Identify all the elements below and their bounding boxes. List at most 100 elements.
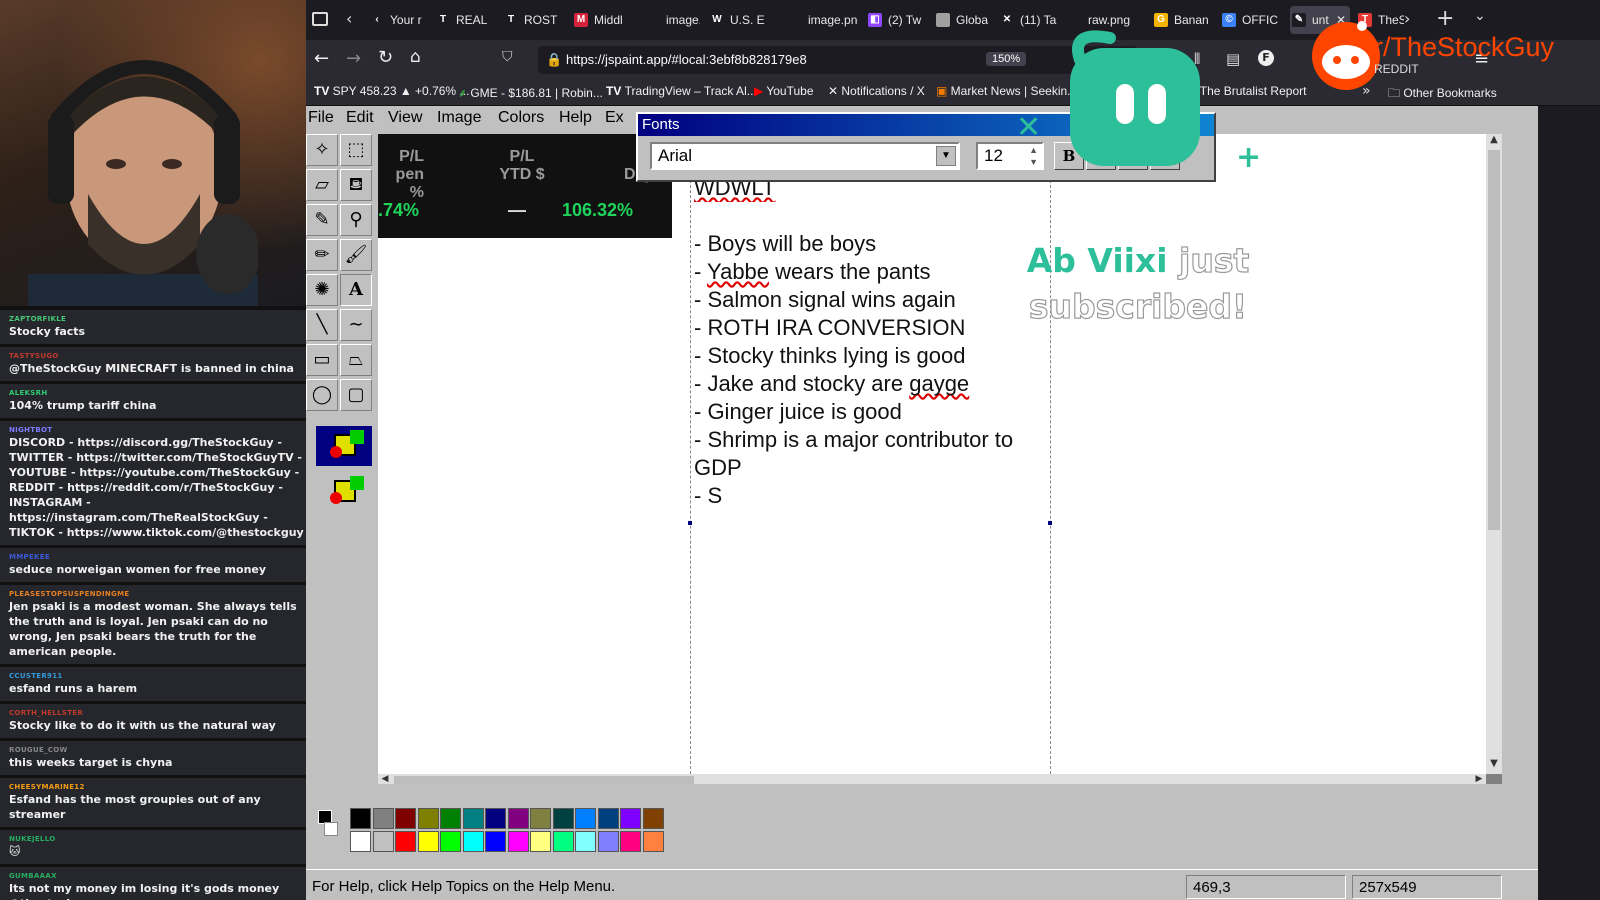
spinner-icon[interactable]: ▲ ▼	[1029, 144, 1038, 168]
zoom-badge[interactable]: 150%	[986, 52, 1027, 66]
home-icon[interactable]: ⌂	[410, 47, 421, 67]
browser-tab[interactable]: ‹ Your r	[368, 6, 426, 34]
palette-swatch[interactable]	[507, 808, 529, 829]
notes-text-box[interactable]: WDWLT - Boys will be boys - Yabbe wears t…	[694, 175, 1013, 510]
tab-list-icon[interactable]	[312, 12, 328, 26]
palette-swatch[interactable]	[462, 831, 484, 852]
palette-swatch[interactable]	[350, 808, 371, 829]
palette-swatch[interactable]	[462, 808, 484, 829]
chat-username[interactable]: TASTYSUGO	[9, 352, 306, 361]
scroll-left-icon[interactable]: ◀	[378, 774, 392, 784]
text-box-handle-left[interactable]	[688, 521, 692, 525]
chat-username[interactable]: CORTH_HELLSTER	[9, 709, 306, 718]
palette-swatch[interactable]	[530, 808, 551, 829]
dropdown-arrow-icon[interactable]: ▼	[936, 146, 956, 166]
line-tool[interactable]: ╲	[306, 309, 338, 341]
menu-edit[interactable]: Edit	[346, 109, 374, 127]
palette-swatch[interactable]	[575, 808, 596, 829]
palette-swatch[interactable]	[485, 808, 506, 829]
extension-icon[interactable]: F	[1258, 50, 1274, 66]
chat-username[interactable]: CHEESYMARINE12	[9, 783, 306, 792]
fill-tool[interactable]: ⛾	[340, 169, 372, 201]
rect-select-tool[interactable]: ⬚	[340, 134, 372, 166]
browser-tab[interactable]: Globa	[934, 6, 990, 34]
palette-swatch[interactable]	[575, 831, 596, 852]
back-icon[interactable]: ←	[314, 48, 329, 69]
bookmark-notifications[interactable]: ✕ Notifications / X	[828, 84, 925, 98]
scroll-down-icon[interactable]: ▼	[1486, 758, 1502, 774]
rectangle-tool[interactable]: ▭	[306, 344, 338, 376]
bookmark-youtube[interactable]: ▶ YouTube	[754, 84, 814, 98]
picker-tool[interactable]: ✎	[306, 204, 338, 236]
browser-tab[interactable]: T ROST	[502, 6, 564, 34]
chat-username[interactable]: PLEASESTOPSUSPENDINGME	[9, 590, 306, 599]
palette-swatch[interactable]	[395, 808, 416, 829]
palette-swatch[interactable]	[440, 808, 461, 829]
bookmark-tradingview[interactable]: TV TradingView – Track Al...	[606, 84, 757, 98]
scroll-thumb[interactable]	[1488, 150, 1500, 530]
palette-swatch[interactable]	[552, 808, 574, 829]
menu-extras[interactable]: Ex	[605, 109, 624, 127]
forward-icon[interactable]: →	[346, 48, 361, 69]
font-family-select[interactable]: Arial ▼	[650, 142, 960, 170]
menu-view[interactable]: View	[388, 109, 422, 127]
pencil-tool[interactable]: ✏	[306, 239, 338, 271]
palette-swatch[interactable]	[350, 831, 371, 852]
magnifier-tool[interactable]: ⚲	[340, 204, 372, 236]
curve-tool[interactable]: ∼	[340, 309, 372, 341]
browser-tab[interactable]: image.png	[786, 6, 858, 34]
reader-icon[interactable]: ▤	[1226, 50, 1240, 68]
tab-scroll-left-icon[interactable]: ‹	[346, 9, 352, 28]
palette-swatch[interactable]	[372, 831, 394, 852]
chat-username[interactable]: NUKEJELLO	[9, 835, 306, 844]
current-colors[interactable]	[316, 808, 342, 848]
bookmark-spy[interactable]: TV SPY 458.23 ▲ +0.76% ...	[314, 84, 469, 98]
tool-options-1[interactable]	[316, 426, 372, 466]
bookmark-gme[interactable]: ⸙ GME - $186.81 | Robin...	[458, 84, 603, 101]
ellipse-tool[interactable]: ◯	[306, 379, 338, 411]
browser-tab[interactable]: ◧ (2) Tw	[866, 6, 924, 34]
palette-swatch[interactable]	[552, 831, 574, 852]
chat-username[interactable]: GUMBAAAX	[9, 872, 306, 881]
reload-icon[interactable]: ↻	[378, 47, 393, 68]
browser-tab[interactable]: M Middl	[572, 6, 634, 34]
palette-swatch[interactable]	[530, 831, 551, 852]
chat-username[interactable]: NIGHTBOT	[9, 426, 306, 435]
palette-swatch[interactable]	[620, 808, 641, 829]
polygon-tool[interactable]: ⏢	[340, 344, 372, 376]
palette-swatch[interactable]	[620, 831, 641, 852]
tool-options-2[interactable]	[316, 472, 372, 512]
browser-tab[interactable]: W U.S. E	[708, 6, 774, 34]
menu-help[interactable]: Help	[559, 109, 592, 127]
palette-swatch[interactable]	[417, 808, 439, 829]
text-tool[interactable]: A	[340, 274, 372, 306]
browser-tab[interactable]: © OFFIC	[1220, 6, 1282, 34]
palette-swatch[interactable]	[597, 808, 619, 829]
horizontal-scrollbar[interactable]: ◀ ▶	[378, 774, 1486, 784]
airbrush-tool[interactable]: ✺	[306, 274, 338, 306]
paint-canvas[interactable]: P/Lpen % P/LYTD $ PDay % .74% — 106.32%	[378, 134, 1486, 774]
palette-swatch[interactable]	[642, 831, 664, 852]
palette-swatch[interactable]	[395, 831, 416, 852]
menu-colors[interactable]: Colors	[498, 109, 544, 127]
chat-username[interactable]: ZAPTORFIKLE	[9, 315, 306, 324]
browser-tab[interactable]: T REAL	[434, 6, 494, 34]
palette-swatch[interactable]	[372, 808, 394, 829]
menu-file[interactable]: File	[308, 109, 334, 127]
shield-icon[interactable]: ⛉	[502, 49, 513, 65]
palette-swatch[interactable]	[642, 808, 664, 829]
chat-username[interactable]: MMPEKEE	[9, 553, 306, 562]
palette-swatch[interactable]	[417, 831, 439, 852]
scroll-h-thumb[interactable]	[394, 776, 694, 784]
scroll-right-icon[interactable]: ▶	[1472, 774, 1486, 784]
chat-username[interactable]: ALEKSRH	[9, 389, 306, 398]
brush-tool[interactable]: 🖌	[340, 239, 372, 271]
menu-image[interactable]: Image	[437, 109, 481, 127]
text-box-handle-right[interactable]	[1048, 521, 1052, 525]
free-select-tool[interactable]: ✧	[306, 134, 338, 166]
eraser-tool[interactable]: ▱	[306, 169, 338, 201]
palette-swatch[interactable]	[485, 831, 506, 852]
chat-username[interactable]: ROUGUE_COW	[9, 746, 306, 755]
browser-tab[interactable]: image.png	[644, 6, 700, 34]
vertical-scrollbar[interactable]: ▲ ▼	[1486, 134, 1502, 774]
